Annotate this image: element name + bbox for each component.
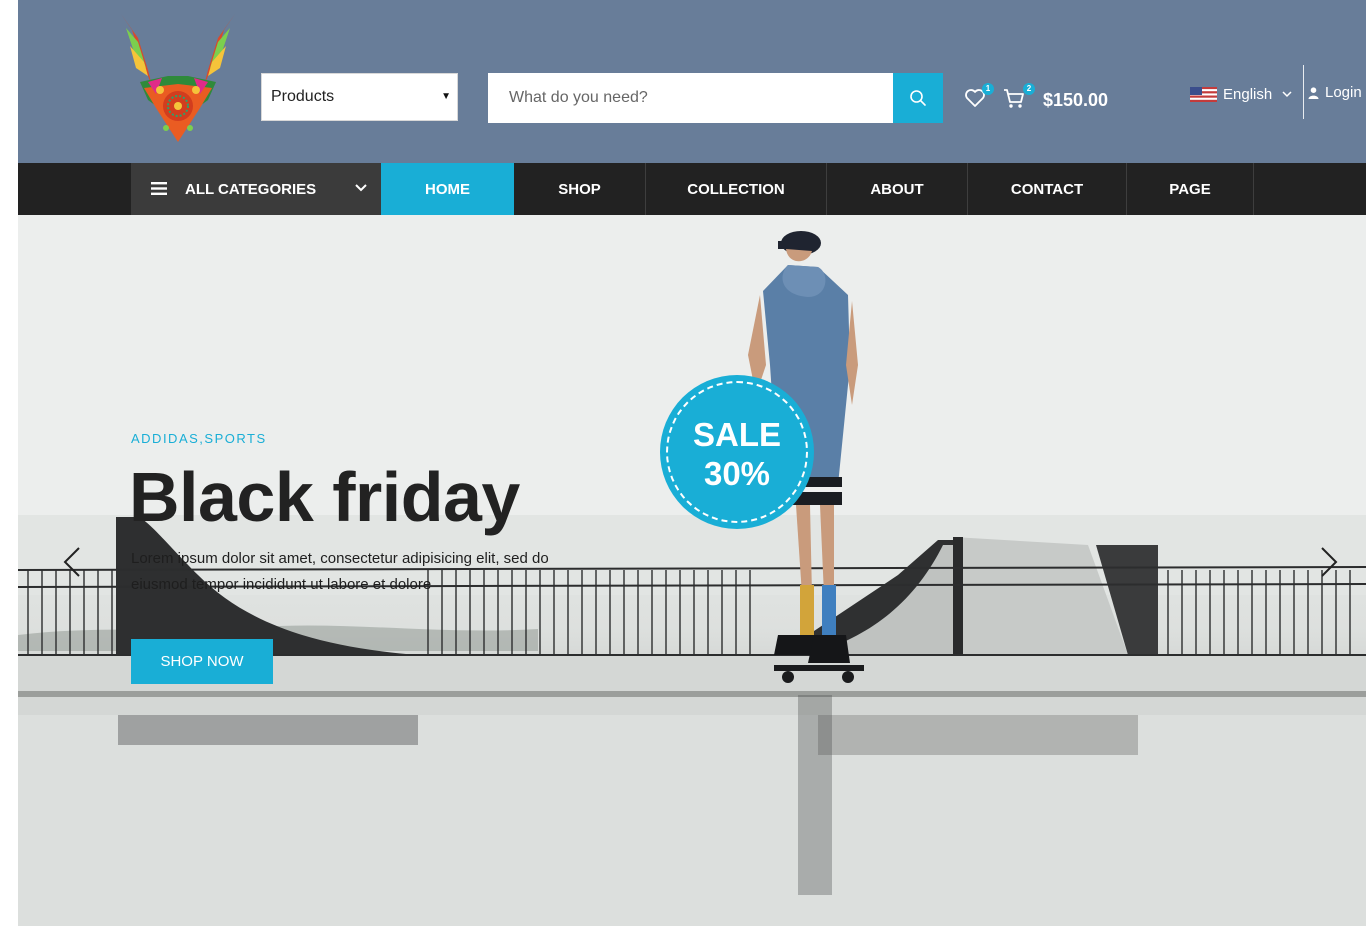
nav-item-home[interactable]: HOME	[381, 163, 514, 215]
nav-item-shop[interactable]: SHOP	[514, 163, 646, 215]
main-navigation: ALL CATEGORIES HOME SHOP COLLECTION ABOU…	[18, 163, 1366, 215]
hamburger-menu-icon	[151, 182, 167, 195]
nav-item-collection[interactable]: COLLECTION	[646, 163, 827, 215]
hero-brand-label: ADDIDAS,SPORTS	[131, 431, 267, 446]
language-label: English	[1223, 85, 1273, 103]
login-link[interactable]: Login	[1308, 84, 1362, 101]
wishlist-count-badge: 1	[982, 83, 994, 95]
wishlist-button[interactable]: 1	[963, 83, 994, 112]
all-categories-label: ALL CATEGORIES	[185, 181, 317, 198]
search-icon	[910, 90, 926, 106]
slider-next-arrow-icon[interactable]	[1319, 546, 1339, 578]
login-label: Login	[1325, 84, 1362, 101]
nav-item-page[interactable]: PAGE	[1127, 163, 1254, 215]
site-header: Products ▼ 1 2	[18, 0, 1366, 163]
nav-item-contact[interactable]: CONTACT	[968, 163, 1127, 215]
us-flag-icon	[1190, 86, 1217, 102]
search-input[interactable]	[488, 73, 893, 123]
user-icon	[1308, 86, 1319, 99]
nav-item-about[interactable]: ABOUT	[827, 163, 968, 215]
cart-count-badge: 2	[1023, 83, 1035, 95]
cart-button[interactable]: 2	[1002, 83, 1035, 112]
language-switcher[interactable]: English	[1190, 84, 1292, 104]
page: Products ▼ 1 2	[0, 0, 1366, 926]
hero-title: Black friday	[129, 458, 520, 536]
sale-badge-label: SALE	[692, 416, 781, 453]
sale-badge-percent: 30%	[703, 455, 771, 492]
select-caret-icon: ▼	[441, 91, 451, 102]
chevron-down-icon	[355, 184, 367, 192]
shop-now-button[interactable]: SHOP NOW	[131, 639, 273, 684]
hero-description: Lorem ipsum dolor sit amet, consectetur …	[131, 550, 549, 593]
all-categories-button[interactable]: ALL CATEGORIES	[131, 163, 381, 215]
header-divider	[1303, 65, 1304, 119]
category-select-value: Products	[271, 88, 335, 105]
colorful-deer-head-logo[interactable]	[118, 12, 238, 152]
hero-slider: ADDIDAS,SPORTS Black friday Lorem ipsum …	[18, 215, 1366, 926]
chevron-down-icon	[1282, 90, 1292, 97]
sale-badge: SALE 30%	[660, 375, 814, 529]
cart-total[interactable]: $150.00	[1043, 90, 1108, 111]
slider-prev-arrow-icon[interactable]	[62, 546, 82, 578]
category-select[interactable]: Products ▼	[261, 73, 458, 121]
search-box	[488, 73, 943, 123]
search-button[interactable]	[893, 73, 943, 123]
